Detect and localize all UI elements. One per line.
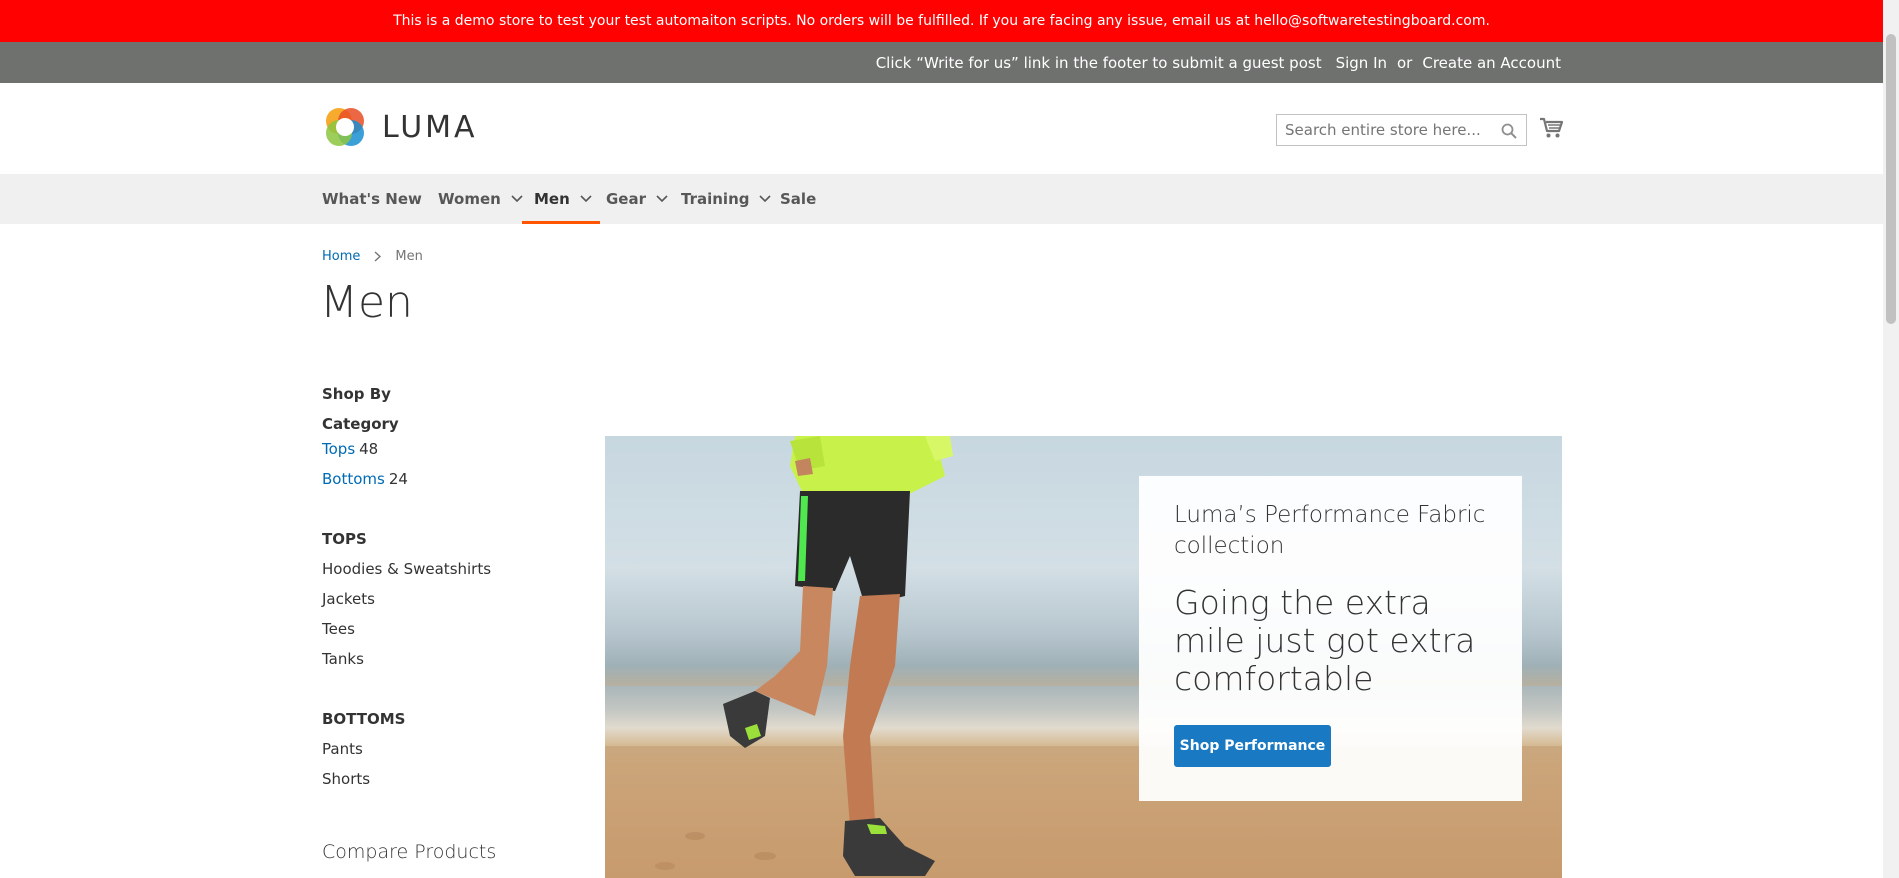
nav-item-women[interactable]: Women <box>438 174 523 224</box>
chevron-down-icon <box>511 195 523 203</box>
site-header: LUMA <box>0 83 1883 174</box>
scrollbar-thumb[interactable] <box>1886 34 1896 324</box>
chevron-down-icon <box>580 195 592 203</box>
nav-item-label: Gear <box>606 190 647 208</box>
logo-text: LUMA <box>382 109 478 145</box>
or-separator: or <box>1397 53 1413 72</box>
category-filter-item: Tops 48 <box>322 440 378 458</box>
sidebar-item-hoodies-sweatshirts[interactable]: Hoodies & Sweatshirts <box>322 560 491 578</box>
hero-promo-box: Luma’s Performance Fabric collection Goi… <box>1139 476 1522 801</box>
nav-item-label: Women <box>438 190 501 208</box>
nav-item-label: What's New <box>322 190 422 208</box>
hero-headline: Going the extra mile just got extra comf… <box>1174 583 1476 698</box>
create-account-link[interactable]: Create an Account <box>1422 54 1561 72</box>
sidebar-item-shorts[interactable]: Shorts <box>322 770 370 788</box>
sidebar-item-tanks[interactable]: Tanks <box>322 650 364 668</box>
sign-in-link[interactable]: Sign In <box>1336 54 1387 72</box>
nav-item-gear[interactable]: Gear <box>606 174 668 224</box>
main-navigation: What's New Women Men Gear Training Sale <box>0 174 1883 224</box>
search-box <box>1276 114 1527 146</box>
category-filter-link-tops[interactable]: Tops <box>322 440 355 458</box>
category-filter-count: 48 <box>359 440 379 458</box>
sidebar-item-tees[interactable]: Tees <box>322 620 355 638</box>
luma-logo-icon <box>326 108 364 146</box>
header-links: Click “Write for us” link in the footer … <box>876 42 1561 83</box>
bottoms-heading: BOTTOMS <box>322 710 406 728</box>
compare-products-heading: Compare Products <box>322 841 497 863</box>
logo-link[interactable]: LUMA <box>322 104 478 150</box>
nav-item-label: Men <box>534 190 570 208</box>
guest-post-promo: Click “Write for us” link in the footer … <box>875 53 1322 72</box>
minicart-button[interactable] <box>1539 117 1564 143</box>
nav-item-label: Sale <box>780 190 817 208</box>
category-filter-link-bottoms[interactable]: Bottoms <box>322 470 385 488</box>
shop-by-heading: Shop By <box>322 385 391 403</box>
breadcrumb-current: Men <box>395 249 423 264</box>
sidebar-item-jackets[interactable]: Jackets <box>322 590 375 608</box>
tops-heading: TOPS <box>322 530 367 548</box>
nav-item-whats-new[interactable]: What's New <box>322 174 422 224</box>
nav-item-label: Training <box>681 190 750 208</box>
category-filter-count: 24 <box>388 470 408 488</box>
demo-notice-bar: This is a demo store to test your test a… <box>0 0 1883 42</box>
top-panel: Click “Write for us” link in the footer … <box>0 42 1883 83</box>
shop-performance-button[interactable]: Shop Performance <box>1174 725 1331 767</box>
breadcrumb-home-link[interactable]: Home <box>322 249 360 264</box>
sidebar-item-pants[interactable]: Pants <box>322 740 363 758</box>
page-scrollbar[interactable] <box>1883 0 1899 878</box>
demo-notice-text: This is a demo store to test your test a… <box>393 13 1490 29</box>
category-filter-heading[interactable]: Category <box>322 415 399 433</box>
nav-item-men[interactable]: Men <box>522 174 600 224</box>
chevron-down-icon <box>759 195 772 203</box>
runner-image <box>655 436 953 876</box>
chevron-right-icon <box>374 251 382 262</box>
breadcrumb: Home Men <box>322 249 423 264</box>
hero-kicker: Luma’s Performance Fabric collection <box>1174 502 1486 559</box>
search-icon[interactable] <box>1501 123 1517 139</box>
hero-banner[interactable]: Luma’s Performance Fabric collection Goi… <box>605 436 1562 878</box>
nav-item-training[interactable]: Training <box>681 174 772 224</box>
page-title: Men <box>320 277 413 328</box>
search-input[interactable] <box>1277 115 1497 145</box>
cart-icon <box>1540 117 1564 138</box>
nav-item-sale[interactable]: Sale <box>780 174 816 224</box>
chevron-down-icon <box>656 195 668 203</box>
category-filter-item: Bottoms 24 <box>322 470 408 488</box>
